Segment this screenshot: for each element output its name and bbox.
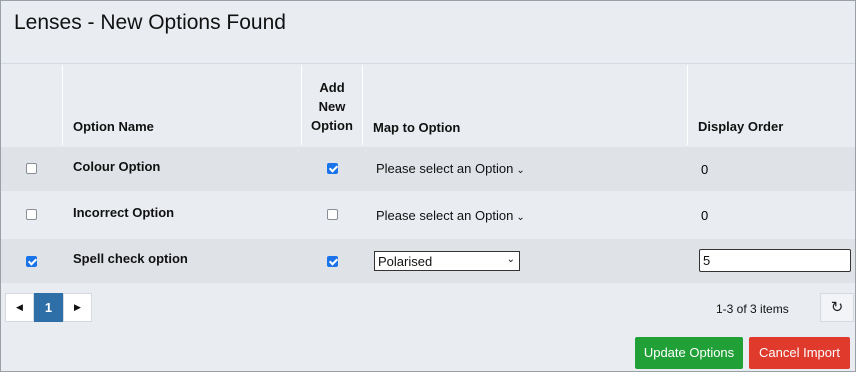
display-order-value: 0 xyxy=(701,162,709,177)
chevron-down-icon: ⌄ xyxy=(506,254,515,265)
header-display-order[interactable]: Display Order xyxy=(688,65,855,145)
refresh-button[interactable]: ↻ xyxy=(820,293,854,322)
header-add-new[interactable]: Add New Option xyxy=(302,65,363,145)
table-row[interactable]: Incorrect Option Please select an Option… xyxy=(1,193,855,237)
map-to-option-select[interactable]: Polarised ⌄ xyxy=(374,251,520,271)
caret-right-icon: ▶ xyxy=(74,302,81,312)
update-options-button[interactable]: Update Options xyxy=(635,337,743,369)
caret-left-icon: ◀ xyxy=(16,302,23,312)
table-row[interactable]: Colour Option Please select an Option ⌄ 0 xyxy=(1,147,855,191)
map-to-option-select[interactable]: Please select an Option ⌄ xyxy=(376,161,525,176)
chevron-down-icon: ⌄ xyxy=(516,165,525,176)
pager-page-label: 1 xyxy=(44,300,53,315)
add-new-option-checkbox[interactable] xyxy=(327,209,338,220)
header-add-new-line1: Add xyxy=(319,80,345,95)
chevron-down-icon: ⌄ xyxy=(516,212,525,223)
row-select-checkbox[interactable] xyxy=(26,256,37,267)
display-order-input-value: 5 xyxy=(703,253,711,268)
header-option-name-label: Option Name xyxy=(73,119,154,134)
add-new-option-checkbox[interactable] xyxy=(327,256,338,267)
header-display-order-label: Display Order xyxy=(698,119,784,134)
map-to-option-value: Please select an Option xyxy=(376,161,514,176)
header-map-to[interactable]: Map to Option xyxy=(363,65,688,145)
option-name: Spell check option xyxy=(73,251,188,266)
pager-next-button[interactable]: ▶ xyxy=(63,293,92,322)
header-option-name[interactable]: Option Name xyxy=(63,65,302,145)
row-select-checkbox[interactable] xyxy=(26,163,37,174)
cancel-import-button[interactable]: Cancel Import xyxy=(749,337,850,369)
table-row[interactable]: Spell check option Polarised ⌄ 5 xyxy=(1,239,855,283)
header-select xyxy=(1,65,63,145)
pager-summary: 1-3 of 3 items xyxy=(716,302,789,316)
pager-prev-button[interactable]: ◀ xyxy=(5,293,34,322)
pager-page-1[interactable]: 1 xyxy=(34,293,63,322)
header-add-new-line3: Option xyxy=(311,118,353,133)
dialog-header: Lenses - New Options Found xyxy=(1,1,855,64)
add-new-option-checkbox[interactable] xyxy=(327,163,338,174)
map-to-option-select[interactable]: Please select an Option ⌄ xyxy=(376,208,525,223)
display-order-value: 0 xyxy=(701,208,709,223)
map-to-option-value: Please select an Option xyxy=(376,208,514,223)
refresh-icon: ↻ xyxy=(830,299,844,316)
grid-header: Option Name Add New Option Map to Option… xyxy=(1,65,855,145)
header-add-new-line2: New xyxy=(318,99,346,114)
dialog-title: Lenses - New Options Found xyxy=(14,11,286,34)
map-to-option-value: Polarised xyxy=(378,254,433,269)
header-map-to-label: Map to Option xyxy=(373,120,461,135)
display-order-input[interactable]: 5 xyxy=(699,249,851,272)
row-select-checkbox[interactable] xyxy=(26,209,37,220)
option-name: Incorrect Option xyxy=(73,205,175,220)
option-name: Colour Option xyxy=(73,159,161,174)
import-dialog: Lenses - New Options Found Option Name A… xyxy=(0,0,856,372)
